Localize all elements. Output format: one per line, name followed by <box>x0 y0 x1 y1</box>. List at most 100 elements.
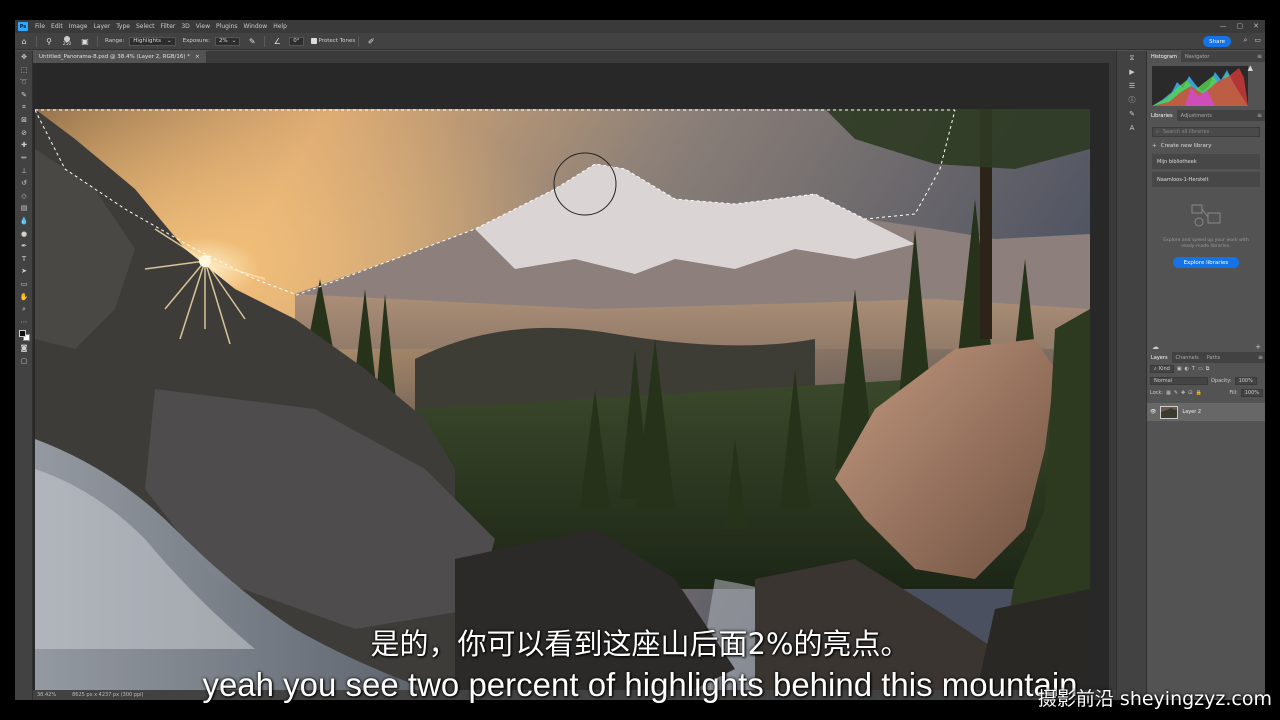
canvas-area[interactable] <box>33 63 1116 690</box>
kind-filter-select[interactable]: ⌕ Kind <box>1150 365 1174 373</box>
lock-all-icon[interactable]: 🔒 <box>1195 390 1201 396</box>
search-icon: ⌕ <box>1154 366 1157 372</box>
panel-menu-icon[interactable]: ≡ <box>1258 354 1263 361</box>
quick-mask-icon[interactable]: ◙ <box>15 342 33 355</box>
opacity-input[interactable]: 100% <box>1234 377 1257 385</box>
gradient-tool-icon[interactable]: ▤ <box>15 202 33 215</box>
lock-transparency-icon[interactable]: ▦ <box>1166 390 1171 396</box>
menu-image[interactable]: Image <box>66 23 91 30</box>
cloud-icon[interactable]: ☁ <box>1152 343 1159 351</box>
properties-panel-icon[interactable]: ☰ <box>1117 79 1147 93</box>
menu-3d[interactable]: 3D <box>178 23 192 30</box>
menu-edit[interactable]: Edit <box>48 23 66 30</box>
brush-settings-icon[interactable]: ▣ <box>79 35 91 47</box>
workspace-icon[interactable]: ▭ <box>1254 36 1261 45</box>
menu-help[interactable]: Help <box>270 23 290 30</box>
move-tool-icon[interactable]: ✥ <box>15 51 33 64</box>
panel-menu-icon[interactable]: ≡ <box>1257 112 1262 119</box>
vertical-scrollbar[interactable] <box>1109 63 1116 690</box>
lock-pixels-icon[interactable]: ✎ <box>1174 390 1178 396</box>
smart-object-filter-icon[interactable]: ⧉ <box>1206 366 1210 372</box>
range-select[interactable]: Highlights ⌄ <box>129 36 176 46</box>
path-select-tool-icon[interactable]: ➤ <box>15 265 33 278</box>
library-item[interactable]: Mijn bibliotheek <box>1152 154 1260 169</box>
menu-file[interactable]: File <box>32 23 48 30</box>
protect-tones-checkbox[interactable] <box>310 38 317 44</box>
close-tab-icon[interactable]: × <box>195 54 200 60</box>
adjustment-filter-icon[interactable]: ◐ <box>1185 366 1189 372</box>
crop-tool-icon[interactable]: ⌗ <box>15 101 33 114</box>
blend-mode-select[interactable]: Normal <box>1150 377 1208 385</box>
clone-stamp-tool-icon[interactable]: ⊥ <box>15 164 33 177</box>
explore-libraries-button[interactable]: Explore libraries <box>1173 257 1239 268</box>
menu-plugins[interactable]: Plugins <box>213 23 241 30</box>
menu-filter[interactable]: Filter <box>158 23 179 30</box>
lasso-tool-icon[interactable]: ➰ <box>15 76 33 89</box>
blur-tool-icon[interactable]: 💧 <box>15 215 33 228</box>
document-tab[interactable]: Untitled_Panorama-8.psd @ 38.4% (Layer 2… <box>33 51 206 63</box>
character-panel-icon[interactable]: A <box>1117 121 1147 135</box>
exposure-input[interactable]: 2% ⌄ <box>214 36 241 46</box>
brushes-panel-icon[interactable]: ✎ <box>1117 107 1147 121</box>
type-filter-icon[interactable]: T <box>1192 366 1195 372</box>
menu-type[interactable]: Type <box>113 23 133 30</box>
tab-adjustments[interactable]: Adjustments <box>1177 110 1216 121</box>
menu-select[interactable]: Select <box>133 23 158 30</box>
frame-tool-icon[interactable]: ⊠ <box>15 114 33 127</box>
tab-channels[interactable]: Channels <box>1172 352 1203 363</box>
zoom-tool-icon[interactable]: ⌕ <box>15 303 33 316</box>
search-icon[interactable]: ⌕ <box>1243 36 1247 45</box>
landscape-photo[interactable] <box>35 109 1090 690</box>
tab-navigator[interactable]: Navigator <box>1181 51 1213 62</box>
foreground-color-swatch[interactable] <box>19 330 26 338</box>
add-icon[interactable]: + <box>1255 343 1261 351</box>
eyedropper-tool-icon[interactable]: ⊘ <box>15 127 33 140</box>
shape-filter-icon[interactable]: ▭ <box>1198 366 1203 372</box>
dodge-tool-icon[interactable]: ⚲ <box>43 35 55 47</box>
angle-input[interactable]: 0° <box>289 36 304 46</box>
screen-mode-icon[interactable]: ▢ <box>15 355 33 368</box>
menu-layer[interactable]: Layer <box>90 23 113 30</box>
minimize-icon[interactable]: — <box>1220 22 1227 30</box>
eye-icon[interactable]: 👁 <box>1150 409 1156 415</box>
color-swatches[interactable] <box>15 328 33 342</box>
eraser-tool-icon[interactable]: ◇ <box>15 190 33 203</box>
pixel-filter-icon[interactable]: ▣ <box>1177 366 1182 372</box>
menu-window[interactable]: Window <box>241 23 271 30</box>
layer-row[interactable]: 👁 Layer 2 <box>1147 403 1265 421</box>
create-library-button[interactable]: + Create new library <box>1152 143 1260 149</box>
info-panel-icon[interactable]: ⓘ <box>1117 93 1147 107</box>
lock-position-icon[interactable]: ✥ <box>1181 390 1185 396</box>
type-tool-icon[interactable]: T <box>15 253 33 266</box>
more-tools-icon[interactable]: ⋯ <box>15 315 33 328</box>
quick-select-tool-icon[interactable]: ✎ <box>15 89 33 102</box>
fill-input[interactable]: 100% <box>1240 389 1263 397</box>
actions-panel-icon[interactable]: ▶ <box>1117 65 1147 79</box>
library-item[interactable]: Naamloos-1-Herstelt <box>1152 172 1260 187</box>
library-search[interactable]: ⌕ Search all libraries <box>1152 127 1260 137</box>
panel-menu-icon[interactable]: ≡ <box>1257 53 1262 60</box>
warning-icon[interactable]: ▲ <box>1248 64 1253 72</box>
history-panel-icon[interactable]: ⧖ <box>1117 51 1147 65</box>
airbrush-icon[interactable]: ✎ <box>246 35 258 47</box>
history-brush-tool-icon[interactable]: ↺ <box>15 177 33 190</box>
pressure-size-icon[interactable]: ✐ <box>365 35 377 47</box>
brush-tool-icon[interactable]: ✏ <box>15 152 33 165</box>
menu-view[interactable]: View <box>193 23 213 30</box>
home-icon[interactable]: ⌂ <box>18 35 30 47</box>
tab-libraries[interactable]: Libraries <box>1147 110 1177 121</box>
marquee-tool-icon[interactable]: ⬚ <box>15 64 33 77</box>
share-button[interactable]: Share <box>1203 36 1231 47</box>
tab-histogram[interactable]: Histogram <box>1147 51 1181 62</box>
pen-tool-icon[interactable]: ✒ <box>15 240 33 253</box>
hand-tool-icon[interactable]: ✋ <box>15 290 33 303</box>
lock-artboard-icon[interactable]: ⊡ <box>1188 390 1192 396</box>
maximize-icon[interactable]: ▢ <box>1237 22 1244 30</box>
dodge-tool-icon[interactable]: ● <box>15 227 33 240</box>
tab-paths[interactable]: Paths <box>1203 352 1225 363</box>
brush-preset-icon[interactable]: 250 <box>61 35 73 47</box>
shape-tool-icon[interactable]: ▭ <box>15 278 33 291</box>
tab-layers[interactable]: Layers <box>1147 352 1172 363</box>
healing-brush-tool-icon[interactable]: ✚ <box>15 139 33 152</box>
close-icon[interactable]: ✕ <box>1253 22 1259 30</box>
